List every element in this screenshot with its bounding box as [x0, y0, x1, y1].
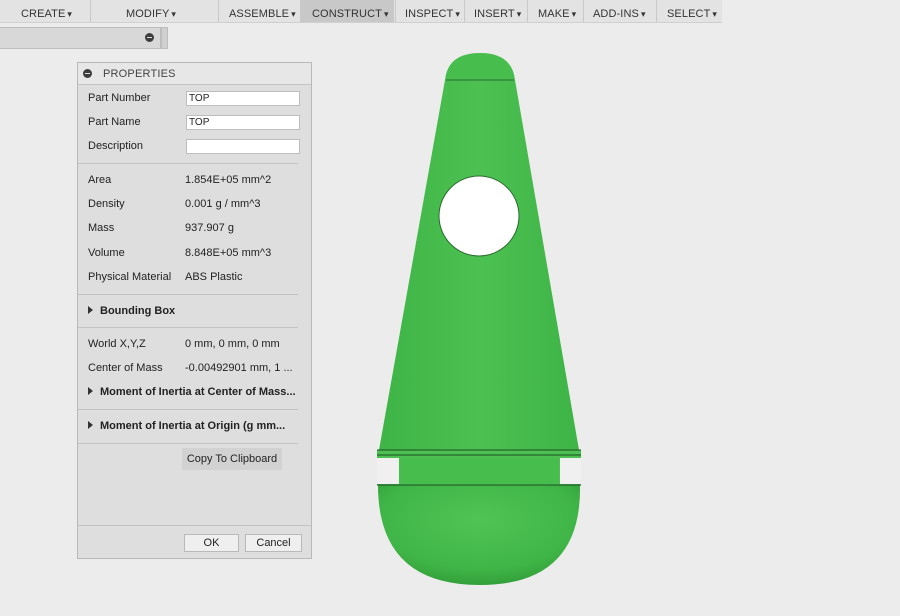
toolbar-modify-menu[interactable]: MODIFY ▾ — [126, 8, 176, 20]
properties-header[interactable]: PROPERTIES — [78, 63, 311, 85]
caret-down-icon: ▾ — [291, 9, 296, 19]
toolbar-separator — [464, 0, 465, 22]
density-label: Density — [88, 198, 125, 210]
part-number-input[interactable]: TOP — [186, 91, 300, 106]
expand-triangle-icon — [88, 306, 93, 314]
volume-value: 8.848E+05 mm^3 — [185, 247, 272, 259]
browser-panel-header[interactable] — [0, 27, 161, 49]
toolbar-separator — [656, 0, 657, 22]
physical-material-value: ABS Plastic — [185, 271, 243, 283]
toolbar-select-menu[interactable]: SELECT ▾ — [667, 8, 717, 20]
toolbar-inspect-menu[interactable]: INSPECT ▾ — [405, 8, 460, 20]
world-xyz-label: World X,Y,Z — [88, 338, 146, 350]
bounding-box-section[interactable]: Bounding Box — [88, 305, 175, 317]
model-cone-body[interactable] — [379, 75, 579, 450]
model-ring-gap-left — [377, 458, 399, 484]
caret-down-icon: ▾ — [640, 9, 646, 19]
part-number-label: Part Number — [88, 92, 151, 104]
model-viewport[interactable] — [370, 45, 590, 595]
part-name-label: Part Name — [88, 116, 141, 128]
cancel-button[interactable]: Cancel — [245, 534, 302, 552]
toolbar-construct-menu[interactable]: CONSTRUCT ▾ — [312, 8, 389, 20]
model-hole — [438, 175, 520, 257]
toolbar-addins-menu[interactable]: ADD-INS ▾ — [593, 8, 646, 20]
toolbar-insert-menu[interactable]: INSERT ▾ — [474, 8, 521, 20]
part-name-input[interactable]: TOP — [186, 115, 300, 130]
area-label: Area — [88, 174, 112, 186]
divider — [78, 327, 298, 328]
main-toolbar: CREATE ▾ MODIFY ▾ ASSEMBLE ▾ CONSTRUCT ▾ INS… — [0, 0, 722, 23]
caret-down-icon: ▾ — [712, 9, 718, 19]
world-xyz-value: 0 mm, 0 mm, 0 mm — [185, 338, 280, 350]
expand-triangle-icon — [88, 387, 93, 395]
caret-down-icon: ▾ — [571, 9, 577, 19]
caret-down-icon: ▾ — [171, 9, 177, 19]
model-ball[interactable] — [378, 485, 581, 585]
density-value: 0.001 g / mm^3 — [185, 198, 261, 210]
collapse-icon[interactable] — [83, 69, 92, 78]
browser-resize-handle[interactable] — [161, 27, 168, 49]
physical-material-label: Physical Material — [88, 271, 172, 283]
toolbar-separator — [218, 0, 219, 22]
properties-title: PROPERTIES — [103, 68, 176, 80]
moment-inertia-center-section[interactable]: Moment of Inertia at Center of Mass... — [88, 386, 296, 398]
toolbar-separator — [583, 0, 584, 22]
description-label: Description — [88, 140, 144, 152]
collapse-icon[interactable] — [145, 33, 154, 42]
volume-label: Volume — [88, 247, 125, 259]
toolbar-create-menu[interactable]: CREATE ▾ — [21, 8, 72, 20]
mass-value: 937.907 g — [185, 222, 234, 234]
toolbar-make-menu[interactable]: MAKE ▾ — [538, 8, 576, 20]
caret-down-icon: ▾ — [455, 9, 460, 19]
description-input[interactable] — [186, 139, 300, 154]
properties-dialog: PROPERTIES Part Number TOP Part Name TOP… — [77, 62, 312, 559]
divider — [78, 409, 298, 410]
mass-label: Mass — [88, 222, 115, 234]
area-value: 1.854E+05 mm^2 — [185, 174, 272, 186]
center-of-mass-value: -0.00492901 mm, 1 ... — [185, 362, 293, 374]
center-of-mass-label: Center of Mass — [88, 362, 163, 374]
toolbar-separator — [90, 0, 91, 22]
toolbar-separator — [527, 0, 528, 22]
divider — [78, 525, 311, 526]
toolbar-assemble-menu[interactable]: ASSEMBLE ▾ — [229, 8, 296, 20]
expand-triangle-icon — [88, 421, 93, 429]
divider — [78, 163, 298, 164]
divider — [78, 294, 298, 295]
toolbar-separator — [395, 0, 396, 22]
caret-down-icon: ▾ — [67, 9, 73, 19]
caret-down-icon: ▾ — [516, 9, 522, 19]
model-top-cap[interactable] — [445, 53, 515, 80]
divider — [78, 443, 298, 444]
model-ring-inner — [399, 458, 559, 484]
copy-to-clipboard-button[interactable]: Copy To Clipboard — [182, 448, 282, 470]
moment-inertia-origin-section[interactable]: Moment of Inertia at Origin (g mm... — [88, 420, 285, 432]
model-ring-gap-right — [560, 458, 581, 484]
ok-button[interactable]: OK — [184, 534, 239, 552]
caret-down-icon: ▾ — [383, 9, 389, 19]
